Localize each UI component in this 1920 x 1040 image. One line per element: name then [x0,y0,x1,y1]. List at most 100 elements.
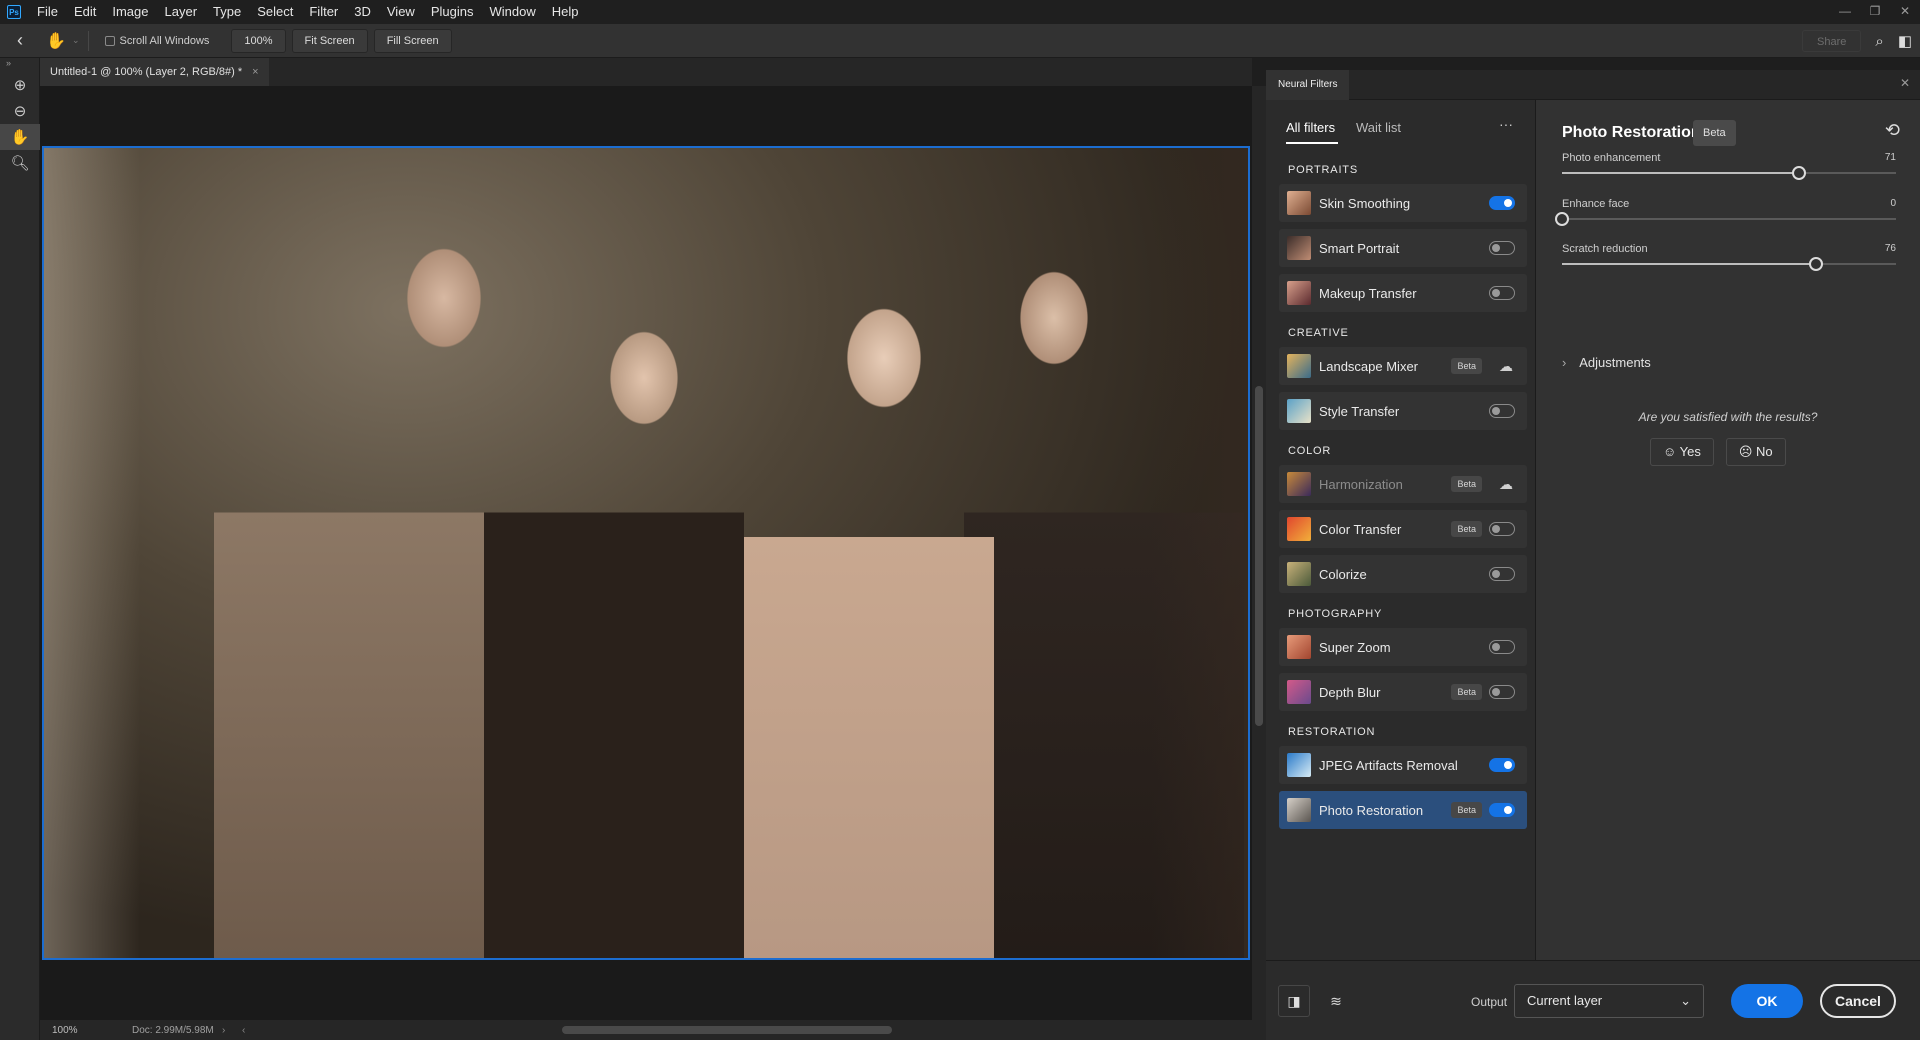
filter-item-makeup-transfer[interactable]: Makeup Transfer [1279,274,1527,312]
filter-item-jpeg-artifacts-removal[interactable]: JPEG Artifacts Removal [1279,746,1527,784]
ok-button[interactable]: OK [1731,984,1803,1018]
zoom-100-button[interactable]: 100% [231,28,286,53]
style-transfer-toggle[interactable] [1489,404,1515,418]
menu-type[interactable]: Type [205,0,249,24]
filter-label: Style Transfer [1319,403,1400,419]
filter-item-colorize[interactable]: Colorize [1279,555,1527,593]
menu-view[interactable]: View [379,0,423,24]
scratch-reduction-slider[interactable]: Scratch reduction 76 [1562,243,1896,283]
colorize-toggle[interactable] [1489,567,1515,581]
filter-item-depth-blur[interactable]: Depth Blur Beta [1279,673,1527,711]
restore-icon[interactable]: ❐ [1860,0,1890,24]
scrollbar-thumb[interactable] [562,1026,892,1034]
menu-file[interactable]: File [29,0,66,24]
skin-smoothing-toggle[interactable] [1489,196,1515,210]
canvas-area[interactable] [40,86,1252,1020]
filter-item-landscape-mixer[interactable]: Landscape Mixer Beta ☁ [1279,347,1527,385]
zoom-level[interactable]: 100% [40,1025,92,1036]
hand-tool-icon[interactable]: ✋ [40,31,72,51]
tab-all-filters[interactable]: All filters [1286,120,1335,135]
photo-restoration-toggle[interactable] [1489,803,1515,817]
slider-knob[interactable] [1808,257,1823,271]
canvas-horizontal-scrollbar[interactable] [262,1025,1246,1035]
menu-help[interactable]: Help [544,0,587,24]
slider-knob[interactable] [1555,212,1569,226]
smart-portrait-toggle[interactable] [1489,241,1515,255]
cancel-button[interactable]: Cancel [1820,984,1896,1018]
scrollbar-thumb[interactable] [1255,386,1263,726]
filter-item-photo-restoration[interactable]: Photo Restoration Beta [1279,791,1527,829]
close-tab-icon[interactable]: × [252,58,258,86]
beta-badge: Beta [1451,802,1482,818]
scroll-left-icon[interactable]: ‹ [242,1025,262,1036]
status-menu-arrow-icon[interactable]: › [222,1025,242,1036]
document-tab[interactable]: Untitled-1 @ 100% (Layer 2, RGB/8#) * × [40,58,269,86]
canvas-vertical-scrollbar[interactable] [1252,86,1266,1020]
options-bar: ‹ ✋ ⌄ Scroll All Windows 100% Fit Screen… [0,24,1920,58]
zoom-out-icon[interactable]: ⊖ [0,98,40,124]
slider-knob[interactable] [1792,166,1807,180]
menu-select[interactable]: Select [249,0,301,24]
menu-3d[interactable]: 3D [346,0,379,24]
satisfaction-question: Are you satisfied with the results? [1638,410,1818,424]
yes-button[interactable]: ☺ Yes [1650,438,1714,466]
zoom-tool-icon[interactable]: 🔍︎ [0,150,40,176]
collapse-toolbar-icon[interactable]: » [0,58,39,72]
menu-filter[interactable]: Filter [301,0,346,24]
share-button[interactable]: Share [1802,30,1862,52]
super-zoom-toggle[interactable] [1489,640,1515,654]
more-options-icon[interactable]: ··· [1499,116,1513,132]
menu-window[interactable]: Window [481,0,543,24]
checkbox-box[interactable] [104,35,115,46]
cloud-download-icon[interactable]: ☁ [1499,476,1513,493]
photo-enhancement-slider[interactable]: Photo enhancement 71 [1562,152,1896,192]
minimize-icon[interactable]: — [1830,0,1860,24]
feedback-buttons: ☺ Yes ☹ No [1650,438,1786,466]
no-button[interactable]: ☹ No [1725,438,1786,466]
search-icon[interactable]: ⌕ [1875,33,1883,50]
filter-label: Photo Restoration [1319,802,1424,818]
filter-item-color-transfer[interactable]: Color Transfer Beta [1279,510,1527,548]
makeup-transfer-toggle[interactable] [1489,286,1515,300]
color-transfer-toggle[interactable] [1489,522,1515,536]
layers-preview-icon[interactable]: ≋ [1320,985,1352,1017]
document-title: Untitled-1 @ 100% (Layer 2, RGB/8#) * [50,66,243,78]
panel-close-icon[interactable]: ✕ [1900,70,1910,96]
fill-screen-button[interactable]: Fill Screen [373,28,452,53]
filter-label: Super Zoom [1319,639,1391,655]
section-restoration: RESTORATION [1288,726,1376,738]
enhance-face-slider[interactable]: Enhance face 0 [1555,198,1896,238]
jpeg-artifacts-removal-toggle[interactable] [1489,758,1515,772]
output-select[interactable]: Current layer ⌄ [1514,984,1704,1018]
depth-blur-toggle[interactable] [1489,685,1515,699]
tab-wait-list[interactable]: Wait list [1356,120,1401,135]
filter-item-super-zoom[interactable]: Super Zoom [1279,628,1527,666]
slider-track[interactable] [1562,218,1896,220]
filter-item-smart-portrait[interactable]: Smart Portrait [1279,229,1527,267]
fit-screen-button[interactable]: Fit Screen [291,28,368,53]
filter-item-harmonization[interactable]: Harmonization Beta ☁ [1279,465,1527,503]
menu-edit[interactable]: Edit [66,0,104,24]
filter-label: Skin Smoothing [1319,195,1411,211]
menu-image[interactable]: Image [104,0,156,24]
back-arrow-icon[interactable]: ‹ [0,30,40,51]
tool-preset-chevron-icon[interactable]: ⌄ [72,35,80,46]
menu-layer[interactable]: Layer [157,0,206,24]
neural-filters-tab[interactable]: Neural Filters [1266,70,1350,100]
close-icon[interactable]: ✕ [1890,0,1920,24]
zoom-in-icon[interactable]: ⊕ [0,72,40,98]
hand-tool-icon[interactable]: ✋ [0,124,40,150]
adjustments-expander[interactable]: › Adjustments [1562,355,1651,370]
filter-item-style-transfer[interactable]: Style Transfer [1279,392,1527,430]
workspace-icon[interactable]: ◧ [1898,32,1912,50]
filter-label: Color Transfer [1319,521,1402,537]
document-tab-strip: Untitled-1 @ 100% (Layer 2, RGB/8#) * × [40,58,1252,86]
cloud-download-icon[interactable]: ☁ [1499,358,1513,375]
menu-plugins[interactable]: Plugins [423,0,482,24]
harmonization-thumbnail-icon [1287,472,1311,496]
slider-value: 0 [1890,198,1896,209]
reset-icon[interactable]: ⟲ [1885,120,1900,141]
filter-item-skin-smoothing[interactable]: Skin Smoothing [1279,184,1527,222]
before-after-icon[interactable]: ◨ [1278,985,1310,1017]
scroll-all-windows-checkbox[interactable]: Scroll All Windows [104,35,209,47]
